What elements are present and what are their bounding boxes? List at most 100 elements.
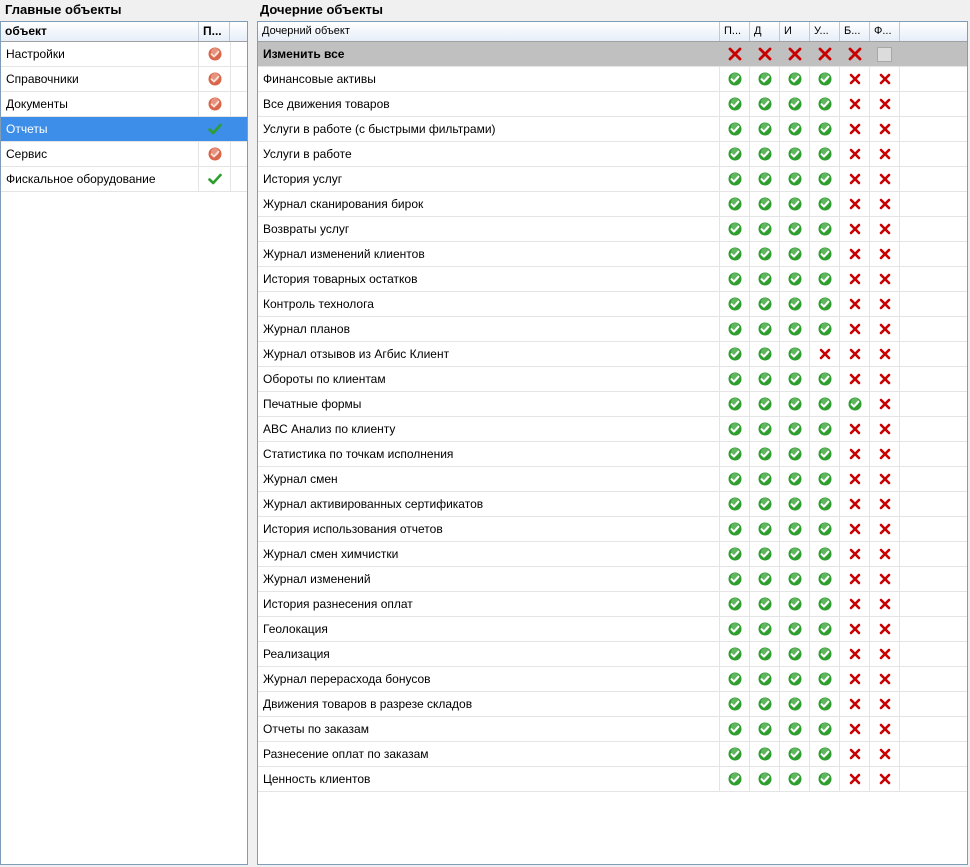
child-object-row[interactable]: Услуги в работе	[258, 142, 967, 167]
allowed-icon[interactable]	[780, 692, 810, 716]
allowed-icon[interactable]	[750, 142, 780, 166]
allowed-icon[interactable]	[720, 317, 750, 341]
allowed-icon[interactable]	[750, 592, 780, 616]
allowed-icon[interactable]	[720, 492, 750, 516]
allowed-icon[interactable]	[750, 392, 780, 416]
allowed-icon[interactable]	[720, 417, 750, 441]
allowed-icon[interactable]	[780, 367, 810, 391]
denied-icon[interactable]	[840, 467, 870, 491]
allowed-icon[interactable]	[780, 767, 810, 791]
allowed-icon[interactable]	[780, 617, 810, 641]
allowed-icon[interactable]	[780, 317, 810, 341]
allowed-icon[interactable]	[780, 192, 810, 216]
denied-icon[interactable]	[840, 592, 870, 616]
column-header-child-object[interactable]: Дочерний объект	[258, 22, 720, 41]
child-object-row[interactable]: История услуг	[258, 167, 967, 192]
child-object-row[interactable]: Журнал планов	[258, 317, 967, 342]
denied-icon[interactable]	[840, 617, 870, 641]
allowed-icon[interactable]	[750, 517, 780, 541]
denied-icon[interactable]	[840, 117, 870, 141]
denied-icon[interactable]	[840, 67, 870, 91]
child-objects-table[interactable]: Дочерний объект П... Д И У... Б... Ф... …	[257, 21, 968, 865]
allowed-icon[interactable]	[720, 542, 750, 566]
denied-icon[interactable]	[840, 292, 870, 316]
child-object-row[interactable]: Журнал активированных сертификатов	[258, 492, 967, 517]
allowed-icon[interactable]	[810, 142, 840, 166]
child-object-row[interactable]: Статистика по точкам исполнения	[258, 442, 967, 467]
allowed-icon[interactable]	[780, 142, 810, 166]
denied-icon[interactable]	[840, 767, 870, 791]
allowed-icon[interactable]	[780, 467, 810, 491]
denied-icon[interactable]	[870, 367, 900, 391]
allowed-icon[interactable]	[810, 217, 840, 241]
allowed-icon[interactable]	[720, 642, 750, 666]
denied-icon[interactable]	[840, 492, 870, 516]
allowed-icon[interactable]	[750, 92, 780, 116]
main-object-row[interactable]: Справочники	[1, 67, 247, 92]
denied-icon[interactable]	[840, 242, 870, 266]
allowed-icon[interactable]	[750, 692, 780, 716]
denied-icon[interactable]	[870, 542, 900, 566]
allowed-icon[interactable]	[810, 692, 840, 716]
denied-icon[interactable]	[840, 742, 870, 766]
allowed-icon[interactable]	[720, 217, 750, 241]
allowed-icon[interactable]	[810, 317, 840, 341]
denied-icon[interactable]	[870, 167, 900, 191]
child-object-row[interactable]: Журнал перерасхода бонусов	[258, 667, 967, 692]
child-object-row[interactable]: Услуги в работе (с быстрыми фильтрами)	[258, 117, 967, 142]
allowed-icon[interactable]	[780, 92, 810, 116]
deny-all-icon[interactable]	[720, 42, 750, 66]
allowed-icon[interactable]	[810, 92, 840, 116]
allowed-icon[interactable]	[810, 517, 840, 541]
allowed-icon[interactable]	[810, 492, 840, 516]
main-object-row[interactable]: Документы	[1, 92, 247, 117]
child-object-row[interactable]: Обороты по клиентам	[258, 367, 967, 392]
check-icon[interactable]	[199, 167, 231, 191]
allowed-icon[interactable]	[750, 67, 780, 91]
child-object-row[interactable]: Печатные формы	[258, 392, 967, 417]
allowed-icon[interactable]	[720, 292, 750, 316]
denied-icon[interactable]	[840, 367, 870, 391]
denied-icon[interactable]	[870, 117, 900, 141]
allowed-icon[interactable]	[780, 267, 810, 291]
column-header-perm-5[interactable]: Б...	[840, 22, 870, 41]
child-object-row[interactable]: Контроль технолога	[258, 292, 967, 317]
column-header-perm-2[interactable]: Д	[750, 22, 780, 41]
allowed-icon[interactable]	[720, 567, 750, 591]
denied-icon[interactable]	[840, 542, 870, 566]
denied-icon[interactable]	[870, 67, 900, 91]
denied-icon[interactable]	[840, 92, 870, 116]
allowed-icon[interactable]	[750, 292, 780, 316]
denied-icon[interactable]	[840, 167, 870, 191]
denied-icon[interactable]	[870, 317, 900, 341]
allowed-icon[interactable]	[720, 467, 750, 491]
allowed-icon[interactable]	[810, 167, 840, 191]
denied-icon[interactable]	[870, 392, 900, 416]
allowed-icon[interactable]	[780, 667, 810, 691]
allowed-icon[interactable]	[810, 642, 840, 666]
allowed-icon[interactable]	[810, 192, 840, 216]
denied-icon[interactable]	[870, 292, 900, 316]
child-object-row[interactable]: История разнесения оплат	[258, 592, 967, 617]
allowed-icon[interactable]	[720, 267, 750, 291]
denied-icon[interactable]	[840, 667, 870, 691]
denied-icon[interactable]	[870, 142, 900, 166]
denied-icon[interactable]	[870, 342, 900, 366]
denied-icon[interactable]	[870, 467, 900, 491]
denied-icon[interactable]	[870, 742, 900, 766]
allowed-icon[interactable]	[750, 317, 780, 341]
denied-icon[interactable]	[870, 642, 900, 666]
denied-icon[interactable]	[870, 192, 900, 216]
allowed-icon[interactable]	[750, 417, 780, 441]
denied-icon[interactable]	[840, 267, 870, 291]
partial-permission-icon[interactable]	[199, 42, 231, 66]
denied-icon[interactable]	[870, 767, 900, 791]
allowed-icon[interactable]	[780, 592, 810, 616]
allowed-icon[interactable]	[780, 392, 810, 416]
allowed-icon[interactable]	[750, 217, 780, 241]
allowed-icon[interactable]	[720, 142, 750, 166]
allowed-icon[interactable]	[810, 292, 840, 316]
deny-all-icon[interactable]	[840, 42, 870, 66]
allowed-icon[interactable]	[810, 617, 840, 641]
allowed-icon[interactable]	[750, 167, 780, 191]
